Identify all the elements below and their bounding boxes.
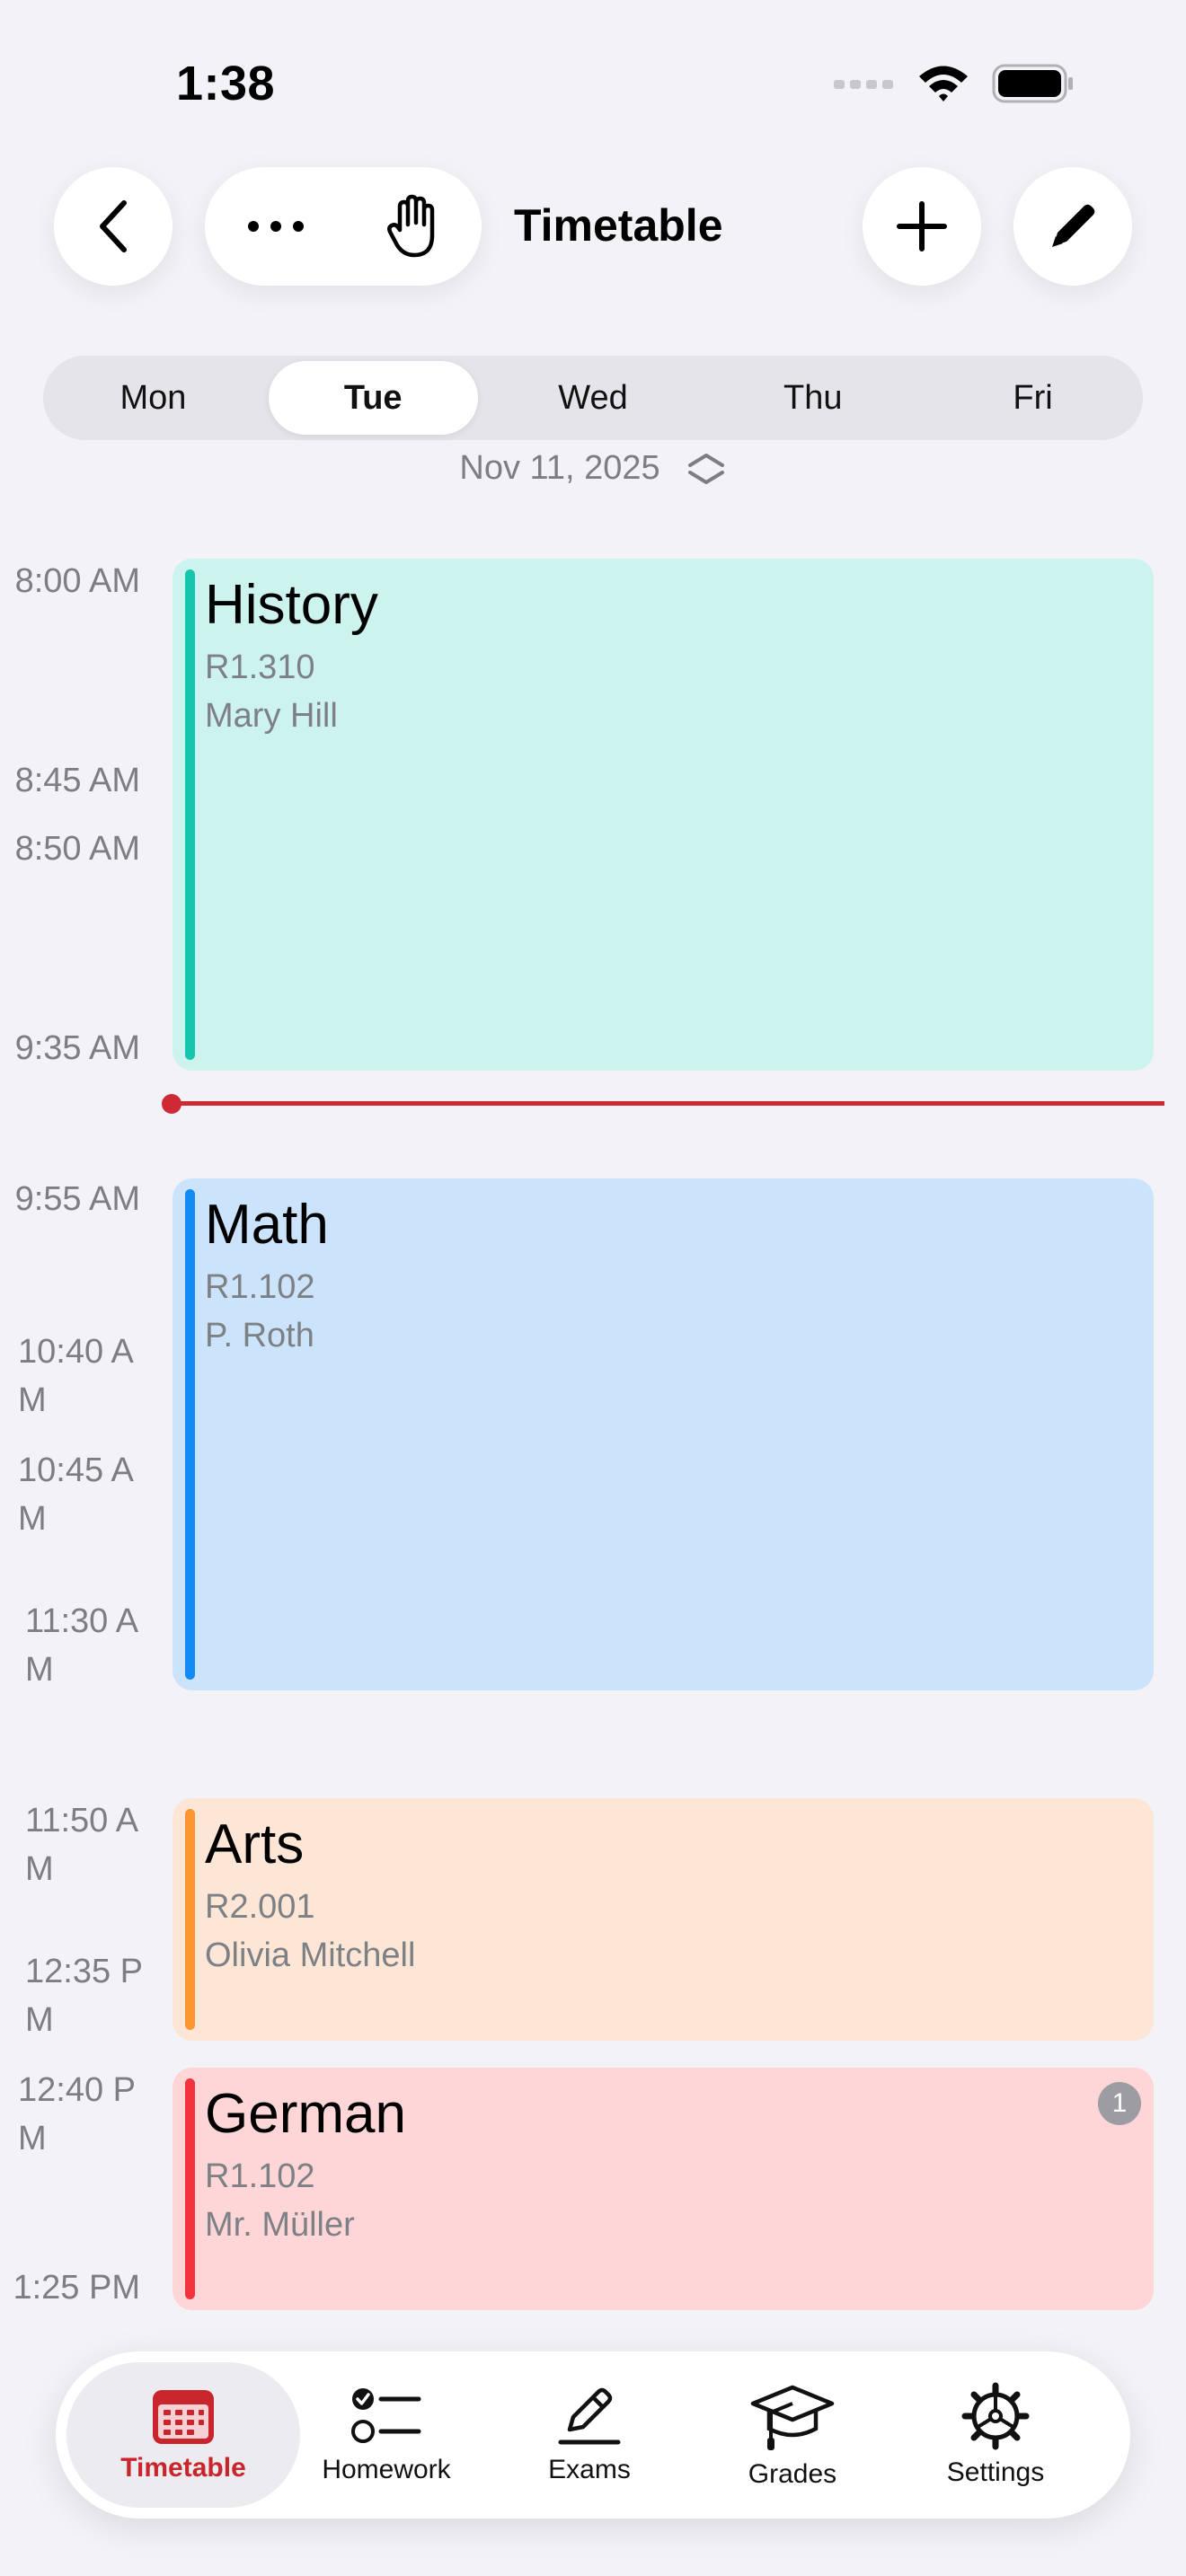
day-segment-thu[interactable]: Thu [708, 361, 917, 435]
tab-label: Grades [748, 2459, 837, 2489]
event-title: Arts [205, 1813, 305, 1875]
plus-icon [897, 201, 947, 251]
time-label: 8:00 AM [14, 562, 140, 600]
add-button[interactable] [863, 167, 981, 286]
tab-exams[interactable]: Exams [485, 2362, 694, 2508]
current-time-line [171, 1101, 1164, 1106]
cellular-signal-icon [834, 80, 893, 89]
event-teacher: P. Roth [205, 1317, 314, 1354]
tab-label: Exams [548, 2455, 631, 2484]
tab-bar: Timetable Homework Exams Grades Settings [56, 2351, 1130, 2519]
event-room: R1.310 [205, 648, 315, 686]
time-label: 11:30 AM [25, 1602, 139, 1689]
time-label: 8:50 AM [14, 830, 140, 868]
current-time-dot [162, 1094, 181, 1114]
tab-timetable[interactable]: Timetable [66, 2362, 300, 2508]
ellipsis-icon [247, 221, 304, 232]
toolbar-pill [205, 167, 482, 286]
tab-label: Timetable [120, 2453, 246, 2483]
hand-raised-icon [386, 194, 434, 258]
event-history[interactable]: History R1.310 Mary Hill [173, 559, 1154, 1071]
day-segment-wed[interactable]: Wed [489, 361, 698, 435]
event-room: R1.102 [205, 1268, 315, 1306]
event-accent-bar [185, 1189, 195, 1680]
back-button[interactable] [54, 167, 173, 286]
day-segmented-control: Mon Tue Wed Thu Fri [43, 356, 1143, 440]
date-label: Nov 11, 2025 [459, 449, 660, 487]
event-teacher: Mr. Müller [205, 2206, 355, 2244]
date-picker-row[interactable]: Nov 11, 2025 [0, 449, 1186, 488]
calendar-icon [153, 2390, 214, 2444]
event-title: History [205, 574, 378, 636]
day-segment-mon[interactable]: Mon [49, 361, 258, 435]
time-label: 8:45 AM [14, 762, 140, 799]
time-label: 1:25 PM [13, 2269, 140, 2307]
tab-grades[interactable]: Grades [688, 2362, 897, 2508]
event-room: R1.102 [205, 2157, 315, 2195]
time-label: 11:50 AM [25, 1802, 139, 1888]
wifi-icon [919, 66, 968, 101]
pencil-icon [1052, 204, 1095, 247]
checklist-icon [351, 2388, 421, 2443]
time-label: 9:35 AM [14, 1029, 140, 1067]
tab-settings[interactable]: Settings [891, 2362, 1100, 2508]
time-label: 12:35 PM [25, 1953, 143, 2039]
gear-icon [961, 2382, 1030, 2450]
chevron-left-icon [100, 200, 127, 252]
event-title: Math [205, 1194, 329, 1256]
event-accent-bar [185, 2078, 195, 2299]
pencil-line-icon [558, 2387, 621, 2445]
battery-icon [992, 64, 1073, 103]
event-math[interactable]: Math R1.102 P. Roth [173, 1178, 1154, 1690]
time-label: 12:40 PM [18, 2071, 136, 2157]
page-title: Timetable [514, 200, 723, 251]
edit-button[interactable] [1013, 167, 1132, 286]
tab-label: Homework [322, 2455, 451, 2484]
event-teacher: Olivia Mitchell [205, 1936, 416, 1974]
day-segment-tue[interactable]: Tue [268, 361, 478, 435]
status-icons [834, 63, 1075, 104]
time-label: 9:55 AM [14, 1180, 140, 1218]
time-label: 10:40 AM [18, 1333, 134, 1419]
tab-label: Settings [946, 2457, 1045, 2487]
chevron-up-down-icon [687, 453, 724, 484]
day-segment-fri[interactable]: Fri [928, 361, 1137, 435]
event-accent-bar [185, 569, 195, 1060]
event-teacher: Mary Hill [205, 697, 338, 735]
tab-homework[interactable]: Homework [282, 2362, 491, 2508]
event-arts[interactable]: Arts R2.001 Olivia Mitchell [173, 1798, 1154, 2041]
more-button[interactable] [246, 219, 305, 234]
status-time: 1:38 [176, 57, 276, 110]
hand-button[interactable] [386, 194, 441, 259]
time-label: 10:45 AM [18, 1451, 134, 1538]
event-title: German [205, 2083, 406, 2145]
event-accent-bar [185, 1809, 195, 2030]
event-badge: 1 [1098, 2082, 1141, 2125]
graduation-cap-icon [750, 2385, 835, 2450]
event-german[interactable]: German R1.102 Mr. Müller 1 [173, 2068, 1154, 2310]
event-room: R2.001 [205, 1888, 315, 1926]
